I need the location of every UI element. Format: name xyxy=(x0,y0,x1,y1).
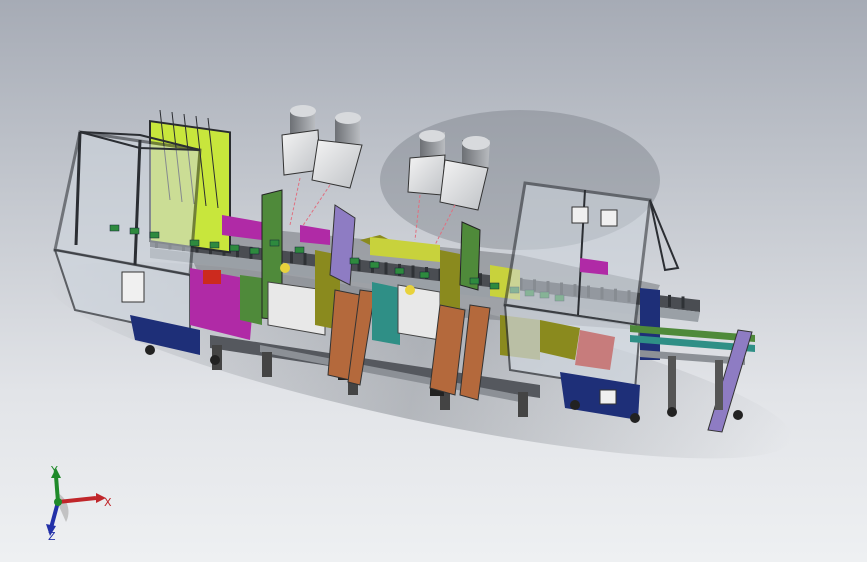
workpiece xyxy=(469,277,480,285)
z-axis-label: Z xyxy=(48,530,56,542)
conveyor-roller xyxy=(290,251,293,264)
conveyor-roller xyxy=(303,253,307,266)
workpiece xyxy=(129,227,140,235)
workpiece xyxy=(394,267,405,275)
conveyor-roller xyxy=(384,262,388,275)
workpiece xyxy=(349,257,360,265)
conveyor-roller xyxy=(681,296,685,309)
workpiece xyxy=(109,224,120,232)
z-axis-arrow xyxy=(49,501,60,529)
conveyor-roller xyxy=(668,294,671,307)
workpiece xyxy=(294,246,305,254)
y-axis-label: Y xyxy=(50,464,58,477)
conveyor-roller xyxy=(411,265,415,278)
workpiece xyxy=(369,261,380,269)
conveyor-roller xyxy=(479,273,482,286)
workpiece xyxy=(189,239,200,247)
3d-graphics-viewport[interactable]: X Y Z xyxy=(0,0,867,562)
workpiece xyxy=(149,231,160,239)
workpiece xyxy=(229,244,240,252)
workpiece xyxy=(419,271,430,279)
workpiece xyxy=(489,282,500,290)
vision-camera-1[interactable] xyxy=(281,105,363,231)
x-axis-label: X xyxy=(104,496,112,509)
workpiece xyxy=(209,241,220,249)
workpiece xyxy=(249,247,260,255)
assembly-model[interactable] xyxy=(0,0,867,562)
orientation-triad: X Y Z xyxy=(46,464,112,542)
workpiece xyxy=(269,239,280,247)
